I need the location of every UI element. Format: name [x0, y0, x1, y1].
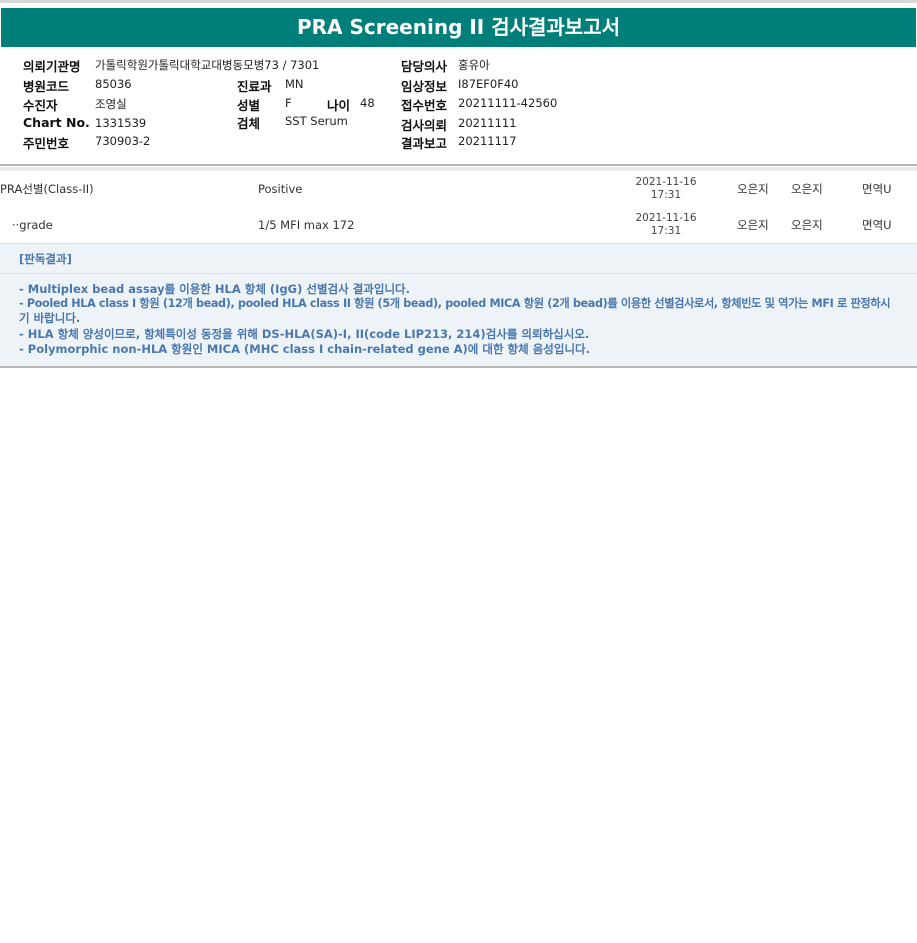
department: 면역U [862, 218, 892, 232]
interpretation-line: - HLA 항체 양성이므로, 항체특이성 동정을 위해 DS-HLA(SA)-… [19, 327, 590, 341]
hospital-value: 가톨릭학원가톨릭대학교대병동모병73 / 7301 [95, 58, 320, 72]
interpretation-line: - Pooled HLA class I 항원 (12개 bead), pool… [19, 297, 891, 310]
section-divider [0, 164, 917, 166]
bottom-rule [0, 366, 917, 368]
test-name: PRA선별(Class-II) [0, 182, 94, 196]
top-rule [0, 0, 917, 3]
test-name: ··grade [12, 218, 53, 232]
interpretation-body: - Multiplex bead assay를 이용한 HLA 항체 (IgG)… [0, 274, 917, 366]
code-label: 병원코드 [23, 79, 70, 94]
interpretation-line: - Polymorphic non-HLA 항원인 MICA (MHC clas… [19, 342, 590, 356]
test-datetime: 2021-11-16 17:31 [626, 176, 706, 202]
verifier: 오은지 [791, 182, 823, 196]
age-value: 48 [360, 96, 375, 110]
age-label: 나이 [327, 98, 351, 113]
department: 면역U [862, 182, 892, 196]
id-value: 730903-2 [95, 134, 151, 148]
verifier: 오은지 [791, 218, 823, 232]
patient-info-section: 의뢰기관명 가톨릭학원가톨릭대학교대병동모병73 / 7301 담당의사 홍유아… [0, 52, 917, 164]
doctor-label: 담당의사 [401, 59, 448, 74]
test-date: 2021-11-16 [635, 212, 697, 224]
interpretation-line: - Multiplex bead assay를 이용한 HLA 항체 (IgG)… [19, 282, 410, 296]
clinical-value: I87EF0F40 [458, 77, 519, 91]
dept-value: MN [285, 77, 304, 91]
doctor-value: 홍유아 [458, 58, 490, 72]
test-date: 2021-11-16 [635, 176, 697, 188]
technician: 오은지 [737, 218, 769, 232]
receipt-value: 20211111-42560 [458, 96, 558, 110]
interpretation-title: [판독결과] [19, 252, 72, 266]
test-datetime: 2021-11-16 17:31 [626, 212, 706, 238]
test-time: 17:31 [650, 189, 682, 201]
interpretation-header: [판독결과] [0, 244, 917, 274]
request-label: 검사의뢰 [401, 118, 448, 133]
test-time: 17:31 [650, 225, 682, 237]
clinical-label: 임상정보 [401, 79, 448, 94]
interpretation-line: 기 바랍니다. [19, 311, 81, 325]
receipt-label: 접수번호 [401, 98, 448, 113]
patient-value: 조영실 [95, 97, 127, 111]
table-row: PRA선별(Class-II) Positive 2021-11-16 17:3… [0, 171, 917, 208]
specimen-label: 검체 [237, 116, 261, 131]
report-title: PRA Screening II 검사결과보고서 [1, 8, 916, 47]
dept-label: 진료과 [237, 79, 272, 94]
report-label: 결과보고 [401, 136, 448, 151]
code-value: 85036 [95, 77, 132, 91]
report-value: 20211117 [458, 134, 517, 148]
chart-value: 1331539 [95, 116, 147, 130]
hospital-label: 의뢰기관명 [23, 59, 81, 74]
request-value: 20211111 [458, 116, 517, 130]
specimen-value: SST Serum [285, 114, 348, 128]
chart-label: Chart No. [23, 115, 90, 130]
sex-value: F [285, 96, 292, 110]
test-result: Positive [258, 182, 303, 196]
sex-label: 성별 [237, 98, 261, 113]
technician: 오은지 [737, 182, 769, 196]
patient-label: 수진자 [23, 98, 58, 113]
test-result: 1/5 MFI max 172 [258, 218, 355, 232]
id-label: 주민번호 [23, 136, 70, 151]
table-row: ··grade 1/5 MFI max 172 2021-11-16 17:31… [0, 207, 917, 244]
